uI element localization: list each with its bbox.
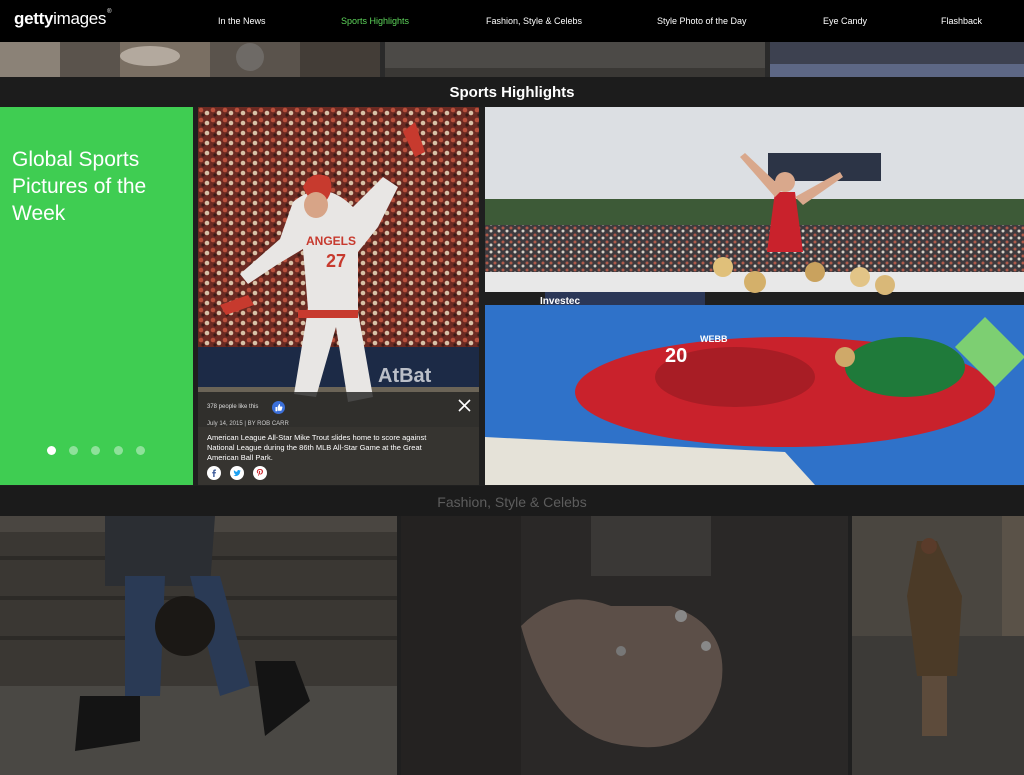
- previous-section-peek[interactable]: [0, 42, 1024, 77]
- field-hockey-photo[interactable]: Investec 20 WEBB: [485, 107, 1024, 485]
- fashion-photo-rings[interactable]: [401, 516, 848, 775]
- pinterest-icon: [256, 469, 263, 476]
- carousel-dot-3[interactable]: [91, 446, 100, 455]
- fashion-photo-boots[interactable]: [0, 516, 397, 775]
- jersey-name-text: ANGELS: [306, 234, 356, 248]
- like-count: 378 people like this: [207, 404, 259, 410]
- peek-photo-1[interactable]: [0, 42, 380, 77]
- peek-photo-2[interactable]: [385, 42, 765, 77]
- close-caption-button[interactable]: [456, 397, 473, 414]
- nav-sports-highlights[interactable]: Sports Highlights: [341, 16, 409, 26]
- nav-in-the-news[interactable]: In the News: [218, 16, 266, 26]
- hockey-jersey-number: 20: [665, 345, 687, 367]
- caption-text: American League All-Star Mike Trout slid…: [207, 433, 427, 462]
- fashion-photo-rings-art: [401, 516, 848, 775]
- share-facebook-button[interactable]: [207, 466, 221, 480]
- hockey-jersey-name: WEBB: [700, 334, 728, 344]
- caption-date-credit: July 14, 2015 | BY ROB CARR: [207, 421, 289, 427]
- nav-style-photo-of-the-day[interactable]: Style Photo of the Day: [657, 16, 747, 26]
- logo-registered-mark: ®: [107, 9, 112, 15]
- carousel-dot-4[interactable]: [114, 446, 123, 455]
- promo-title: Global Sports Pictures of the Week: [12, 148, 147, 225]
- next-section-title[interactable]: Fashion, Style & Celebs: [0, 494, 1024, 510]
- section-title: Sports Highlights: [449, 84, 575, 101]
- logo-bold-text: getty: [14, 9, 54, 28]
- thumbs-up-icon: [275, 404, 283, 412]
- nav-flashback[interactable]: Flashback: [941, 16, 982, 26]
- nav-fashion-style-celebs[interactable]: Fashion, Style & Celebs: [486, 16, 582, 26]
- field-hockey-photo-art: Investec 20 WEBB: [485, 107, 1024, 485]
- nav-eye-candy[interactable]: Eye Candy: [823, 16, 867, 26]
- top-navigation-bar: gettyimages® In the News Sports Highligh…: [0, 0, 1024, 42]
- jersey-number-text: 27: [326, 251, 346, 271]
- logo-light-text: images: [53, 9, 107, 28]
- stadium-banner-text: AtBat: [378, 365, 432, 387]
- share-twitter-button[interactable]: [230, 466, 244, 480]
- close-icon: [458, 399, 471, 412]
- like-button[interactable]: [272, 401, 285, 414]
- fashion-photo-street[interactable]: [852, 516, 1024, 775]
- fashion-photo-boots-art: [0, 516, 397, 775]
- facebook-icon: [212, 469, 216, 477]
- fashion-photo-street-art: [852, 516, 1024, 775]
- carousel-dot-5[interactable]: [136, 446, 145, 455]
- getty-images-logo[interactable]: gettyimages®: [14, 9, 112, 29]
- share-pinterest-button[interactable]: [253, 466, 267, 480]
- carousel-dot-1[interactable]: [47, 446, 56, 455]
- peek-photo-3[interactable]: [770, 42, 1024, 77]
- twitter-icon: [233, 470, 241, 477]
- carousel-dot-2[interactable]: [69, 446, 78, 455]
